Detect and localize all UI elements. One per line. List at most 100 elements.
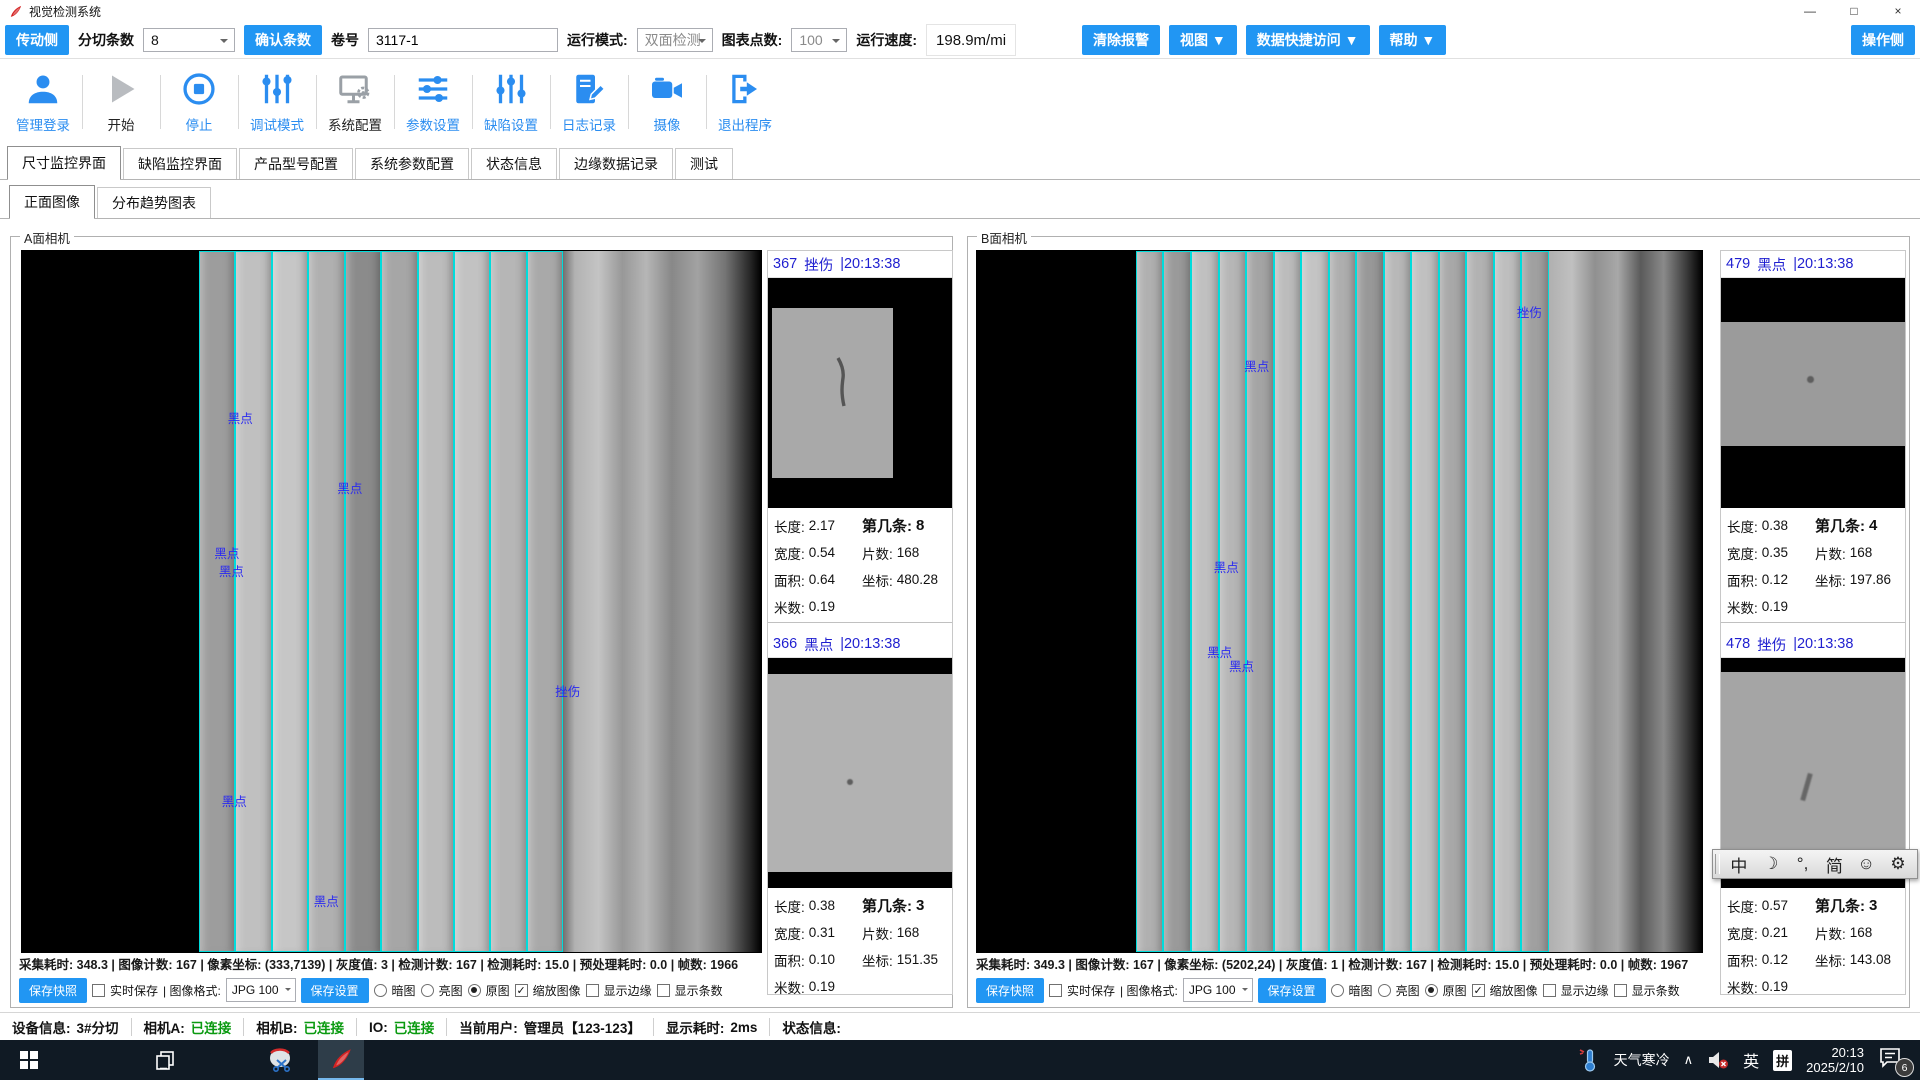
- defect-card[interactable]: 367 挫伤 |20:13:38 长度:2.17 第几条:8 宽度:0.54 片…: [768, 251, 952, 623]
- bright-image-radio[interactable]: [1378, 984, 1391, 997]
- realtime-save-checkbox[interactable]: [1049, 984, 1062, 997]
- minimize-button[interactable]: —: [1788, 0, 1832, 22]
- debug-mode-button[interactable]: 调试模式: [238, 59, 316, 145]
- roll-number-input[interactable]: [368, 28, 558, 52]
- simplified-chinese-indicator[interactable]: 简: [1819, 852, 1849, 877]
- weather-text[interactable]: 天气寒冷: [1614, 1050, 1670, 1070]
- drive-side-button[interactable]: 传动侧: [5, 25, 69, 55]
- defect-card[interactable]: 478 挫伤 |20:13:38 长度:0.57 第几条:3 宽度:0.21 片…: [1721, 631, 1905, 1002]
- dark-image-radio[interactable]: [374, 984, 387, 997]
- defect-card[interactable]: 479 黑点 |20:13:38 长度:0.38 第几条:4 宽度:0.35 片…: [1721, 251, 1905, 623]
- system-config-button[interactable]: 系统配置: [316, 59, 394, 145]
- meter-label: 米数:: [1727, 597, 1758, 617]
- original-image-radio[interactable]: [468, 984, 481, 997]
- run-mode-select[interactable]: 双面检测: [637, 28, 713, 52]
- bright-image-radio[interactable]: [421, 984, 434, 997]
- defect-id: 366: [773, 636, 797, 652]
- snipping-tool-icon: [267, 1046, 295, 1074]
- tab-status-info[interactable]: 状态信息: [471, 148, 557, 179]
- close-button[interactable]: ×: [1876, 0, 1920, 22]
- smiley-icon[interactable]: ☺: [1851, 854, 1881, 874]
- tab-product-model-config[interactable]: 产品型号配置: [239, 148, 353, 179]
- defect-thumbnail[interactable]: [1721, 278, 1905, 508]
- show-strip-count-checkbox[interactable]: [657, 984, 670, 997]
- ribbon-label: 调试模式: [250, 114, 304, 134]
- chinese-mode-indicator[interactable]: 中: [1724, 852, 1754, 877]
- speaker-muted-icon[interactable]: [1707, 1050, 1729, 1070]
- monitor-gear-icon: [337, 71, 373, 107]
- settings-gear-icon[interactable]: ⚙: [1883, 854, 1913, 874]
- ribbon-label: 开始: [108, 114, 135, 134]
- clear-alarm-button[interactable]: 清除报警: [1082, 25, 1160, 55]
- exit-program-button[interactable]: 退出程序: [706, 59, 784, 145]
- save-settings-button[interactable]: 保存设置: [301, 978, 369, 1003]
- confirm-count-button[interactable]: 确认条数: [244, 25, 322, 55]
- image-format-select[interactable]: JPG 100: [226, 978, 296, 1002]
- admin-login-button[interactable]: 管理登录: [4, 59, 82, 145]
- thermometer-icon[interactable]: [1578, 1048, 1600, 1072]
- camera-a-title: A面相机: [20, 228, 74, 247]
- chart-points-select[interactable]: 100: [791, 28, 847, 52]
- start-button[interactable]: [6, 1040, 52, 1080]
- ribbon-label: 摄像: [654, 114, 681, 134]
- ime-drag-handle[interactable]: [1715, 854, 1720, 874]
- moon-fullwidth-icon[interactable]: ☽: [1756, 854, 1786, 874]
- chart-points-value: 100: [799, 32, 822, 48]
- tab-size-monitor[interactable]: 尺寸监控界面: [7, 146, 121, 179]
- tray-expand-chevron[interactable]: ∧: [1684, 1052, 1694, 1068]
- show-edge-checkbox[interactable]: [1543, 984, 1556, 997]
- ime-language-bar[interactable]: 中 ☽ °, 简 ☺ ⚙: [1712, 849, 1918, 879]
- ime-logo[interactable]: 拼: [1773, 1050, 1792, 1071]
- clock[interactable]: 20:13 2025/2/10: [1806, 1045, 1864, 1075]
- save-settings-button[interactable]: 保存设置: [1258, 978, 1326, 1003]
- film-strip: [272, 251, 308, 952]
- task-view-button[interactable]: [142, 1040, 188, 1080]
- log-record-button[interactable]: 日志记录: [550, 59, 628, 145]
- film-strip: [1356, 251, 1384, 952]
- tab-edge-data-record[interactable]: 边缘数据记录: [559, 148, 673, 179]
- exit-icon: [727, 71, 763, 107]
- show-edge-checkbox[interactable]: [586, 984, 599, 997]
- chart-points-label: 图表点数:: [722, 30, 783, 50]
- tab-system-param-config[interactable]: 系统参数配置: [355, 148, 469, 179]
- start-button[interactable]: 开始: [82, 59, 160, 145]
- help-menu-button[interactable]: 帮助 ▼: [1379, 25, 1447, 55]
- dark-image-radio[interactable]: [1331, 984, 1344, 997]
- area-label: 面积:: [774, 570, 805, 590]
- original-image-radio[interactable]: [1425, 984, 1438, 997]
- camera-record-button[interactable]: 摄像: [628, 59, 706, 145]
- save-snapshot-button[interactable]: 保存快照: [976, 978, 1044, 1003]
- defect-thumbnail[interactable]: [768, 278, 952, 508]
- quick-access-menu-button[interactable]: 数据快捷访问 ▼: [1246, 25, 1370, 55]
- task-view-icon: [155, 1050, 175, 1070]
- language-mode-indicator[interactable]: 英: [1743, 1048, 1759, 1072]
- camera-a-image[interactable]: 黑点黑点黑点黑点挫伤黑点黑点: [21, 250, 762, 953]
- snipping-tool-app-button[interactable]: [258, 1040, 304, 1080]
- save-snapshot-button[interactable]: 保存快照: [19, 978, 87, 1003]
- view-menu-button[interactable]: 视图 ▼: [1169, 25, 1237, 55]
- tab-front-image[interactable]: 正面图像: [9, 185, 95, 218]
- maximize-button[interactable]: □: [1832, 0, 1876, 22]
- parameter-settings-button[interactable]: 参数设置: [394, 59, 472, 145]
- operator-side-button[interactable]: 操作侧: [1851, 25, 1915, 55]
- image-format-select[interactable]: JPG 100: [1183, 978, 1253, 1002]
- notification-center-button[interactable]: 6: [1878, 1047, 1908, 1073]
- camera-a-conn-label: 相机A:: [144, 1017, 185, 1037]
- defect-info: 长度:2.17 第几条:8 宽度:0.54 片数:168 面积:0.64 坐标:…: [768, 508, 952, 623]
- zoom-image-checkbox[interactable]: [1472, 984, 1485, 997]
- defect-settings-button[interactable]: 缺陷设置: [472, 59, 550, 145]
- punctuation-icon[interactable]: °,: [1788, 854, 1818, 874]
- stop-button[interactable]: 停止: [160, 59, 238, 145]
- show-strip-count-checkbox[interactable]: [1614, 984, 1627, 997]
- tab-defect-monitor[interactable]: 缺陷监控界面: [123, 148, 237, 179]
- vision-app-taskbar-button[interactable]: [318, 1040, 364, 1080]
- defect-thumbnail[interactable]: [768, 658, 952, 888]
- tab-distribution-trend-chart[interactable]: 分布趋势图表: [97, 187, 211, 218]
- realtime-save-checkbox[interactable]: [92, 984, 105, 997]
- zoom-image-checkbox[interactable]: [515, 984, 528, 997]
- tab-test[interactable]: 测试: [675, 148, 733, 179]
- slit-count-select[interactable]: 8: [143, 28, 235, 52]
- camera-b-image[interactable]: 黑点挫伤黑点黑点黑点: [976, 250, 1703, 953]
- defect-card[interactable]: 366 黑点 |20:13:38 长度:0.38 第几条:3 宽度:0.31 片…: [768, 631, 952, 1002]
- show-strip-count-label: 显示条数: [675, 982, 723, 999]
